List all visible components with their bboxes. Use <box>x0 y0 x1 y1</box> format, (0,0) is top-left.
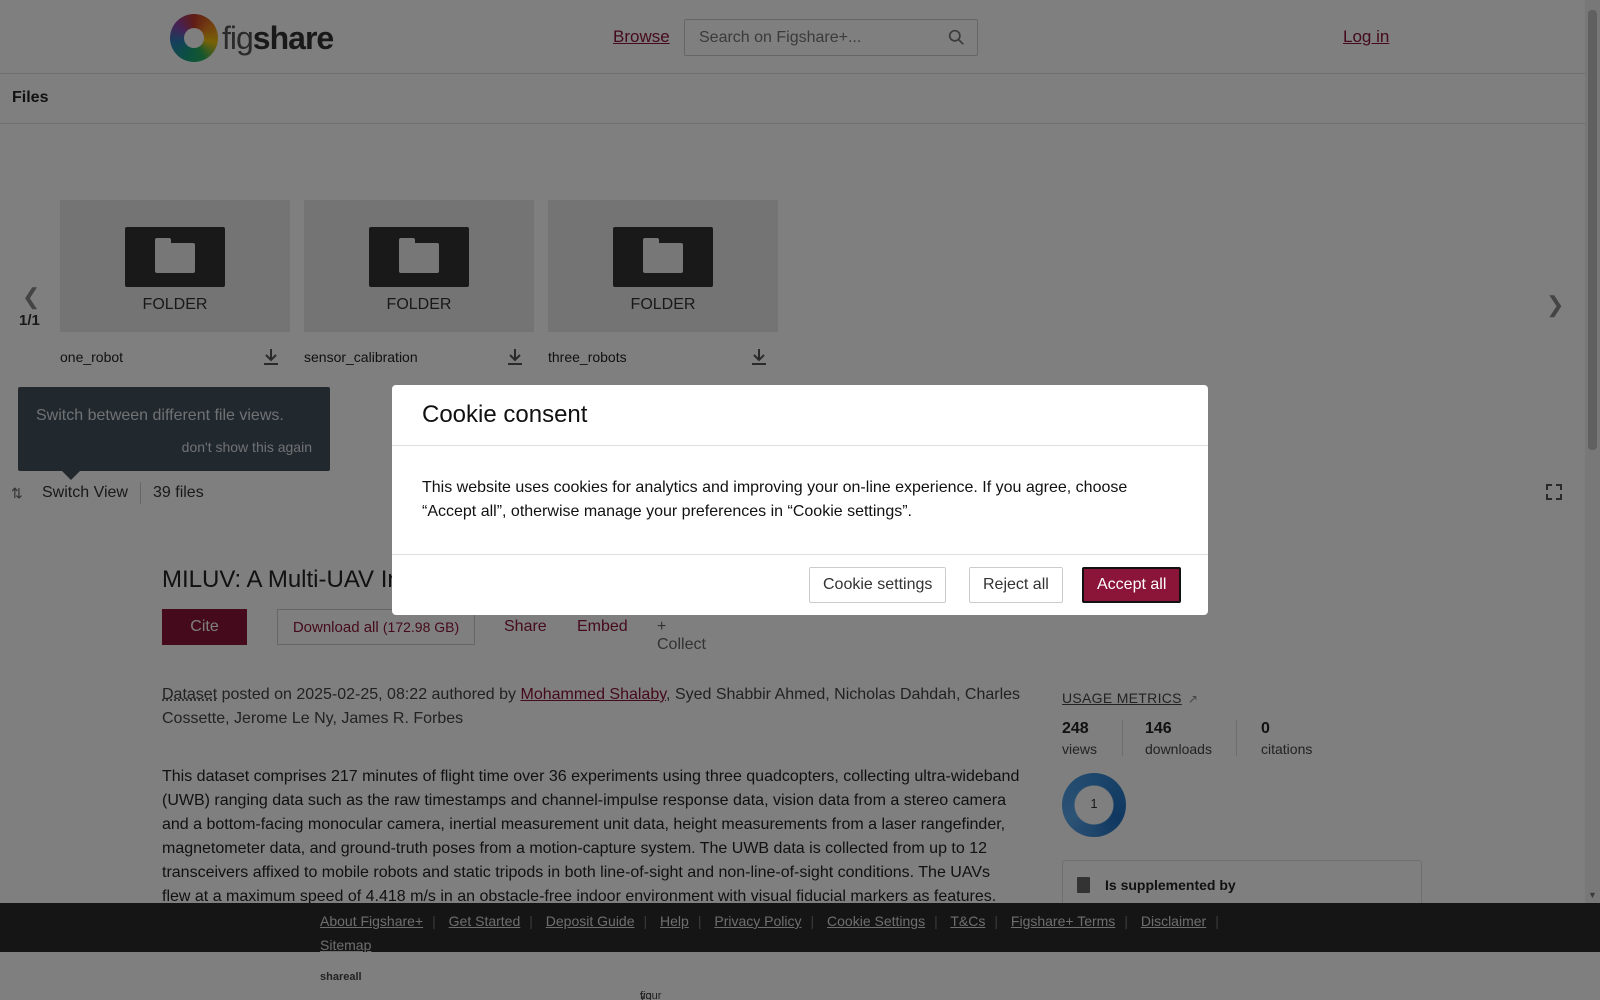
cookie-settings-button[interactable]: Cookie settings <box>809 567 946 603</box>
dialog-body: This website uses cookies for analytics … <box>392 446 1208 555</box>
dialog-footer: Cookie settings Reject all Accept all <box>392 555 1208 613</box>
reject-all-button[interactable]: Reject all <box>969 567 1063 603</box>
cookie-consent-dialog: Cookie consent This website uses cookies… <box>392 385 1208 615</box>
dialog-header: Cookie consent <box>392 385 1208 446</box>
accept-all-button[interactable]: Accept all <box>1082 567 1181 603</box>
dialog-title: Cookie consent <box>422 401 587 429</box>
dialog-text: This website uses cookies for analytics … <box>422 476 1162 524</box>
